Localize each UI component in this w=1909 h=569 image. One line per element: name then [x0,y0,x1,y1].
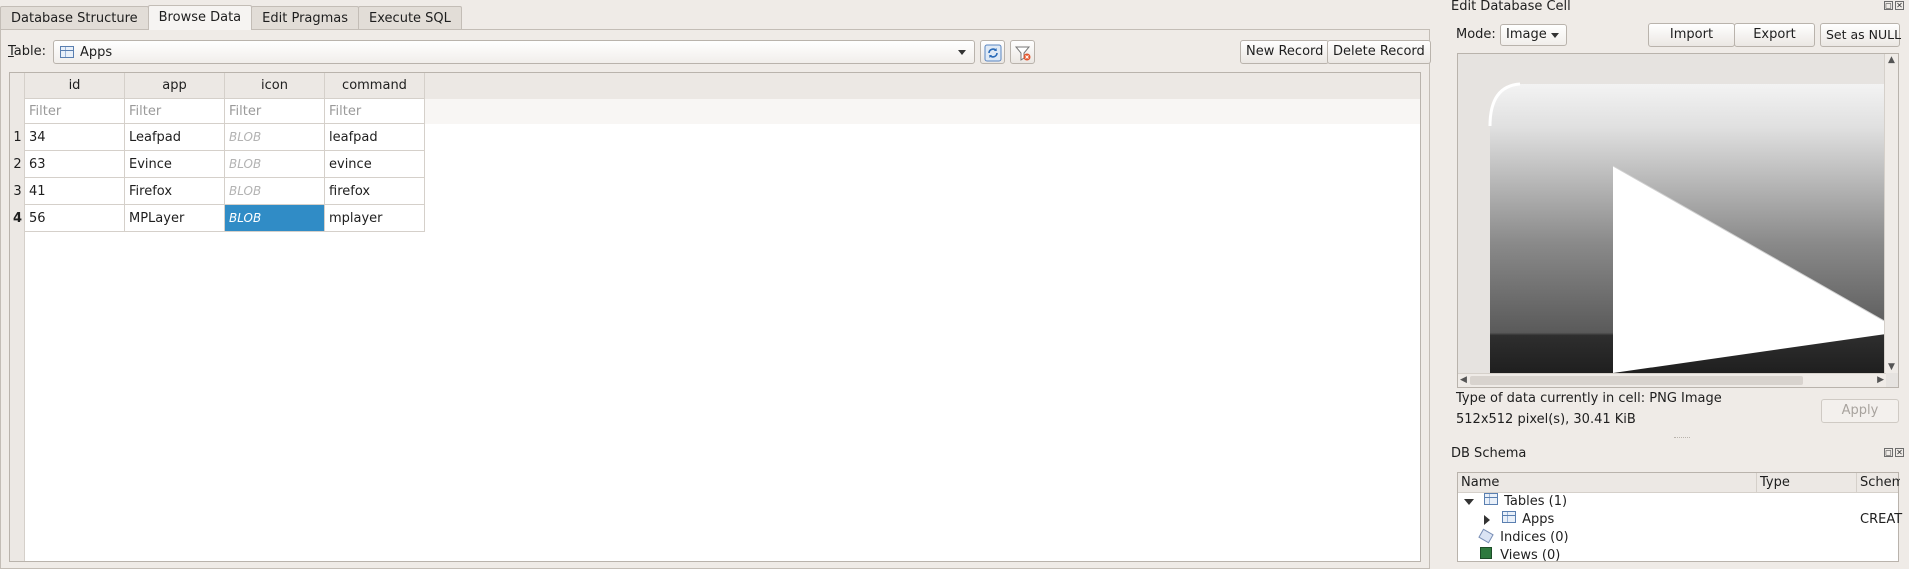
table-cell[interactable]: mplayer [325,205,425,232]
table-cell[interactable]: MPLayer [125,205,225,232]
table-cell[interactable]: Evince [125,151,225,178]
mode-select-value: Image [1506,27,1547,42]
column-header-command[interactable]: command [325,73,425,99]
table-cell-blob[interactable]: BLOB [225,178,325,205]
filter-input-app[interactable]: Filter [125,99,225,124]
scrollbar-thumb[interactable] [1470,376,1803,385]
table-cell[interactable]: leafpad [325,124,425,151]
refresh-button[interactable] [980,40,1005,64]
mode-label: Mode: [1456,27,1496,42]
tree-item-apps[interactable]: Apps [1484,511,1554,529]
chevron-down-icon [958,50,966,55]
table-icon [1502,511,1517,523]
import-button[interactable]: Import [1648,23,1735,47]
row-number[interactable]: 1 [10,124,25,151]
tree-item-label: Indices (0) [1500,530,1569,545]
cell-size-info: 512x512 pixel(s), 30.41 KiB [1456,412,1636,427]
vertical-scrollbar[interactable]: ▲ ▼ [1884,54,1898,373]
tab-execute-sql[interactable]: Execute SQL [358,6,462,30]
db-schema-dock-buttons: ◻ ✕ [1884,448,1904,457]
row-number-current[interactable]: 4 [10,205,25,232]
scroll-left-icon[interactable]: ◀ [1460,375,1467,385]
column-header-app[interactable]: app [125,73,225,99]
table-cell[interactable]: Leafpad [125,124,225,151]
schema-column-name[interactable]: Name [1458,473,1757,493]
clear-filters-icon [1014,46,1031,61]
table-icon [1484,493,1499,505]
collapse-arrow-icon[interactable] [1484,514,1490,525]
new-record-button[interactable]: New Record [1240,40,1330,64]
clear-filters-button[interactable] [1010,40,1035,64]
refresh-icon [984,44,1002,62]
index-icon [1478,528,1494,544]
table-cell-blob-selected[interactable]: BLOB [225,205,325,232]
table-icon [60,46,74,58]
tree-item-indices[interactable]: Indices (0) [1478,528,1569,547]
tree-item-label: Apps [1522,512,1555,527]
column-header-id[interactable]: id [25,73,125,99]
main-tabbar: Database Structure Browse Data Edit Prag… [0,5,462,30]
schema-column-type[interactable]: Type [1757,473,1857,493]
chevron-down-icon [1551,33,1559,38]
row-number[interactable]: 2 [10,151,25,178]
table-label: Table: [8,44,47,59]
edit-cell-dock-buttons: ◻ ✕ [1884,1,1904,10]
table-select[interactable]: Apps [53,40,975,64]
scroll-down-icon[interactable]: ▼ [1888,362,1895,372]
table-cell[interactable]: 63 [25,151,125,178]
float-icon[interactable]: ◻ [1884,448,1893,457]
close-icon[interactable]: ✕ [1895,1,1904,10]
filter-input-icon[interactable]: Filter [225,99,325,124]
splitter-handle[interactable] [1674,437,1690,440]
set-null-button[interactable]: Set as NULL [1820,23,1901,47]
data-grid: id app icon command Filter Filter Filter… [9,72,1421,562]
mode-select[interactable]: Image [1500,24,1567,46]
scroll-right-icon[interactable]: ▶ [1877,375,1884,385]
table-select-value: Apps [80,44,113,60]
schema-tree: Name Type Schem Tables (1) Apps CREAT In… [1457,472,1903,565]
delete-record-button[interactable]: Delete Record [1327,40,1431,64]
horizontal-scrollbar[interactable]: ◀ ▶ [1458,373,1886,387]
table-cell[interactable]: 41 [25,178,125,205]
table-cell-blob[interactable]: BLOB [225,124,325,151]
view-icon [1480,547,1492,559]
tree-item-views[interactable]: Views (0) [1480,547,1560,565]
tab-database-structure[interactable]: Database Structure [0,6,149,30]
tree-item-label: Tables (1) [1504,494,1568,509]
tree-item-tables[interactable]: Tables (1) [1464,493,1567,511]
table-cell-blob[interactable]: BLOB [225,151,325,178]
float-icon[interactable]: ◻ [1884,1,1893,10]
image-viewer[interactable]: ▲ ▼ ◀ ▶ [1457,53,1899,388]
schema-header: Name Type Schem [1458,473,1900,493]
column-header-icon[interactable]: icon [225,73,325,99]
apply-button[interactable]: Apply [1821,399,1899,423]
expand-arrow-icon[interactable] [1464,498,1474,505]
tab-edit-pragmas[interactable]: Edit Pragmas [251,6,360,30]
table-cell[interactable]: 34 [25,124,125,151]
close-icon[interactable]: ✕ [1895,448,1904,457]
table-cell[interactable]: firefox [325,178,425,205]
schema-column-schema[interactable]: Schem [1857,473,1900,493]
cell-image-preview [1458,54,1886,373]
tree-item-apps-schema: CREAT [1860,512,1903,527]
table-cell[interactable]: Firefox [125,178,225,205]
tab-browse-data[interactable]: Browse Data [147,5,253,30]
table-cell[interactable]: evince [325,151,425,178]
filter-input-id[interactable]: Filter [25,99,125,124]
filter-input-command[interactable]: Filter [325,99,425,124]
export-button[interactable]: Export [1734,23,1815,47]
cell-type-info: Type of data currently in cell: PNG Imag… [1456,391,1722,406]
scroll-up-icon[interactable]: ▲ [1888,55,1895,65]
edit-cell-dock-title: Edit Database Cell [1451,0,1571,14]
db-schema-dock-title: DB Schema [1451,446,1527,461]
table-cell[interactable]: 56 [25,205,125,232]
row-number[interactable]: 3 [10,178,25,205]
